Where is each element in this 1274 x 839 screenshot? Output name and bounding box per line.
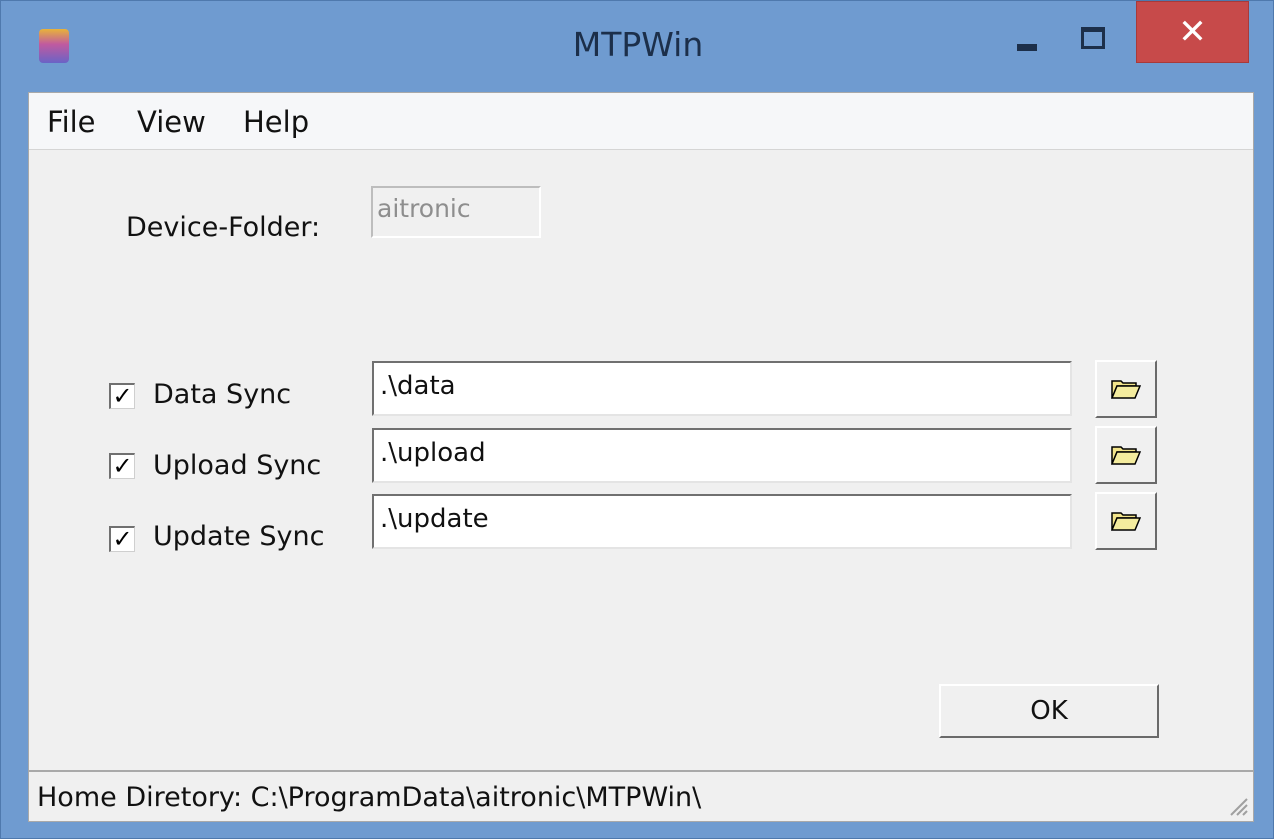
ok-button[interactable]: OK [939,684,1159,738]
close-icon: ✕ [1178,12,1207,52]
folder-open-icon [1111,512,1141,531]
menu-view[interactable]: View [137,105,206,139]
update-sync-label: Update Sync [153,521,325,552]
upload-sync-label: Upload Sync [153,450,322,481]
home-directory-status: Home Diretory: C:\ProgramData\aitronic\M… [37,782,702,813]
menu-bar: File View Help [29,93,1253,150]
minimize-button[interactable] [1009,21,1049,53]
menu-help[interactable]: Help [243,105,309,139]
folder-open-icon [1111,446,1141,465]
check-icon: ✓ [112,452,133,480]
data-path-input[interactable]: .\data [372,361,1072,416]
update-path-input[interactable]: .\update [372,494,1072,549]
check-icon: ✓ [112,525,133,553]
data-browse-button[interactable] [1095,360,1157,418]
device-folder-label: Device-Folder: [126,212,321,243]
device-folder-field[interactable]: aitronic [371,186,541,238]
resize-grip-icon[interactable] [1227,795,1249,817]
upload-sync-checkbox[interactable]: ✓ [109,453,135,479]
status-bar: Home Diretory: C:\ProgramData\aitronic\M… [29,770,1253,821]
mtpwin-window: MTPWin ✕ File View Help Device-Folder: a… [0,0,1274,839]
data-sync-label: Data Sync [153,379,292,410]
check-icon: ✓ [112,382,133,410]
close-button[interactable]: ✕ [1136,1,1249,63]
upload-browse-button[interactable] [1095,426,1157,484]
upload-path-input[interactable]: .\upload [372,428,1072,483]
update-browse-button[interactable] [1095,492,1157,550]
menu-file[interactable]: File [47,105,96,139]
update-sync-checkbox[interactable]: ✓ [109,526,135,552]
data-sync-checkbox[interactable]: ✓ [109,383,135,409]
title-bar[interactable]: MTPWin ✕ [1,1,1273,91]
client-area: File View Help Device-Folder: aitronic ✓… [28,92,1254,822]
maximize-button[interactable] [1071,21,1111,53]
folder-open-icon [1111,380,1141,399]
